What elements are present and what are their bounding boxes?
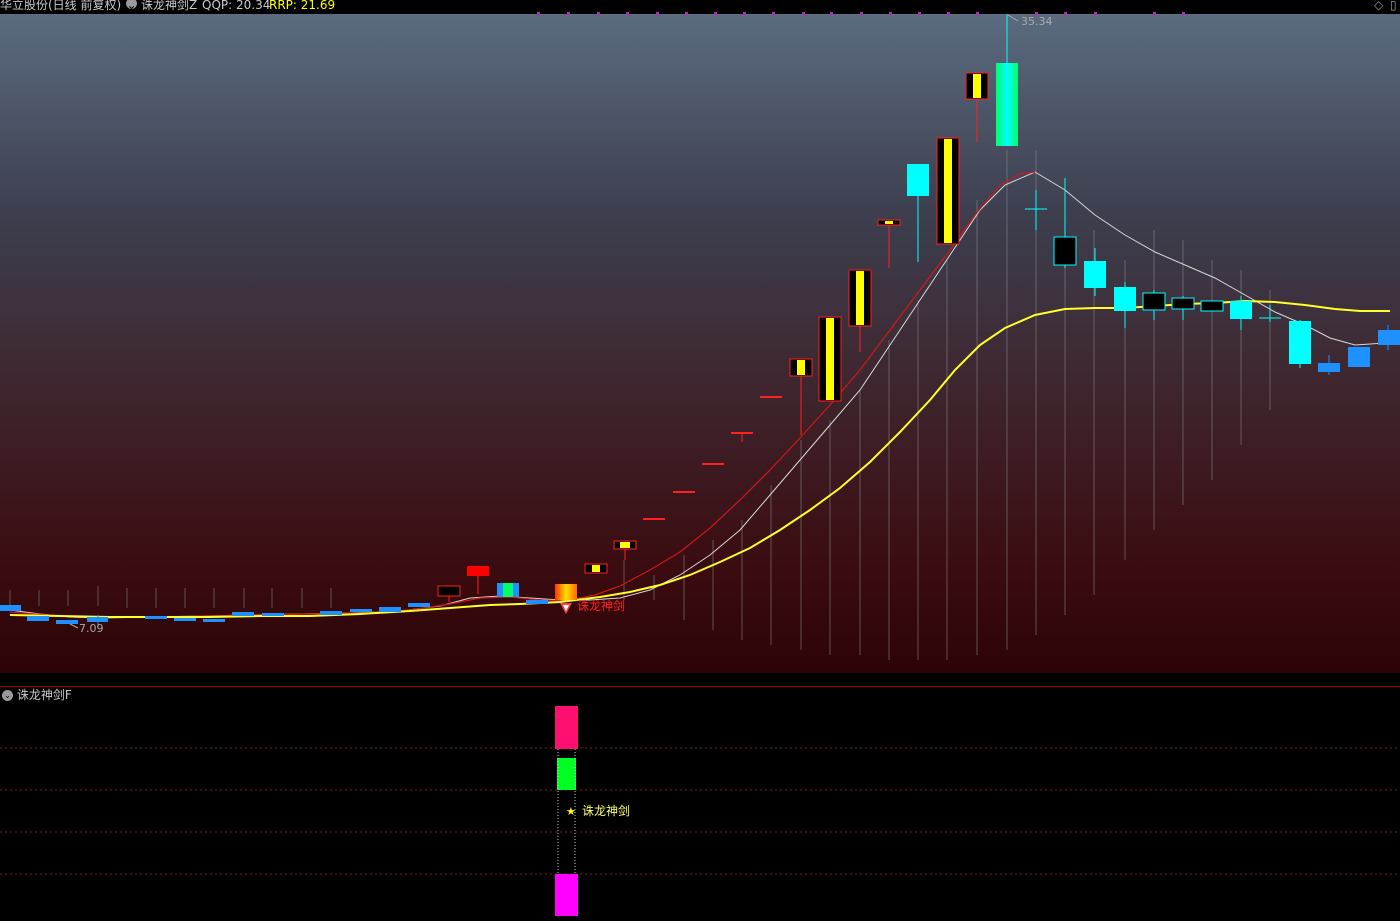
candle	[702, 463, 724, 465]
sub-grid-lines	[0, 747, 1400, 875]
ma-line-red	[9, 171, 1036, 618]
sub-star-icon: ★	[566, 805, 576, 818]
candle	[27, 616, 49, 621]
candle	[1171, 297, 1195, 310]
peak-candle	[996, 63, 1018, 146]
signal-label-main: 诛龙神剑	[577, 598, 625, 613]
candle	[203, 619, 225, 622]
candle	[350, 609, 372, 612]
top-tick-marks	[537, 12, 1185, 15]
sub-signal-label: 诛龙神剑	[582, 803, 630, 818]
candle	[379, 607, 401, 612]
high-marker: 35.34	[1007, 14, 1053, 28]
sub-bar-pink	[555, 706, 578, 749]
high-price-label: 35.34	[1021, 15, 1053, 28]
candle	[1289, 321, 1311, 364]
sub-bar-green	[557, 758, 576, 790]
candle	[262, 613, 284, 616]
candle	[1053, 236, 1077, 266]
candle	[673, 491, 695, 493]
candle	[1378, 330, 1400, 345]
candle	[467, 566, 489, 576]
chart-canvas: 诛龙神剑 35.34 7.09 ★ 诛龙神剑	[0, 12, 1400, 916]
candle	[731, 432, 753, 434]
candle	[1230, 301, 1252, 319]
candle	[643, 518, 665, 520]
candle	[1114, 287, 1136, 311]
sub-bar-magenta	[555, 874, 578, 916]
low-price-label: 7.09	[79, 622, 104, 635]
candle	[1318, 363, 1340, 372]
candle	[408, 603, 430, 607]
candle	[0, 605, 21, 611]
candle	[1084, 261, 1106, 288]
candle	[760, 396, 782, 398]
candle	[907, 164, 929, 196]
candle	[320, 611, 342, 615]
candle	[1348, 347, 1370, 367]
signal-marker-icon	[560, 603, 572, 614]
candle	[145, 616, 167, 619]
signal-candle	[555, 584, 577, 600]
vertical-guide-lines	[9, 150, 1301, 660]
candle	[56, 620, 78, 624]
ma-line-white	[9, 171, 1400, 619]
candle	[232, 612, 254, 616]
candle	[174, 618, 196, 621]
candle	[1200, 300, 1224, 312]
candle	[526, 600, 548, 604]
candle	[1142, 292, 1166, 311]
candle	[437, 585, 461, 597]
